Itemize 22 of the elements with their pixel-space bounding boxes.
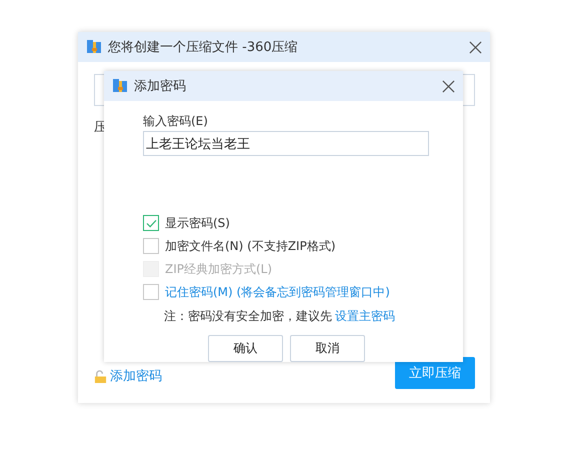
option-label: 记住密码(M) (将会备忘到密码管理窗口中) [165, 284, 390, 300]
archive-icon [112, 78, 128, 94]
checkbox[interactable] [143, 238, 159, 254]
set-master-password-link[interactable]: 设置主密码 [335, 308, 395, 325]
note-text: 注：密码没有安全加密，建议先 [164, 308, 332, 325]
checkbox[interactable] [143, 284, 159, 300]
option-label: 加密文件名(N) (不支持ZIP格式) [165, 238, 336, 254]
close-icon[interactable] [469, 40, 482, 54]
checkmark-icon [146, 218, 156, 228]
dialog-title: 添加密码 [134, 78, 187, 95]
close-icon[interactable] [442, 80, 455, 92]
lock-icon [94, 368, 107, 384]
dialog-button[interactable]: 取消 [290, 335, 365, 362]
option-label: ZIP经典加密方式(L) [165, 260, 272, 278]
add-password-link[interactable]: 添加密码 [110, 367, 162, 385]
archive-icon [86, 39, 102, 55]
password-label: 输入密码(E) [143, 113, 208, 130]
window-title: 您将创建一个压缩文件 -360压缩 [108, 39, 299, 56]
password-field[interactable]: 上老王论坛当老王 [143, 131, 429, 156]
dialog-button[interactable]: 确认 [208, 335, 283, 362]
checkbox[interactable] [143, 215, 159, 231]
option-label: 显示密码(S) [165, 214, 230, 232]
